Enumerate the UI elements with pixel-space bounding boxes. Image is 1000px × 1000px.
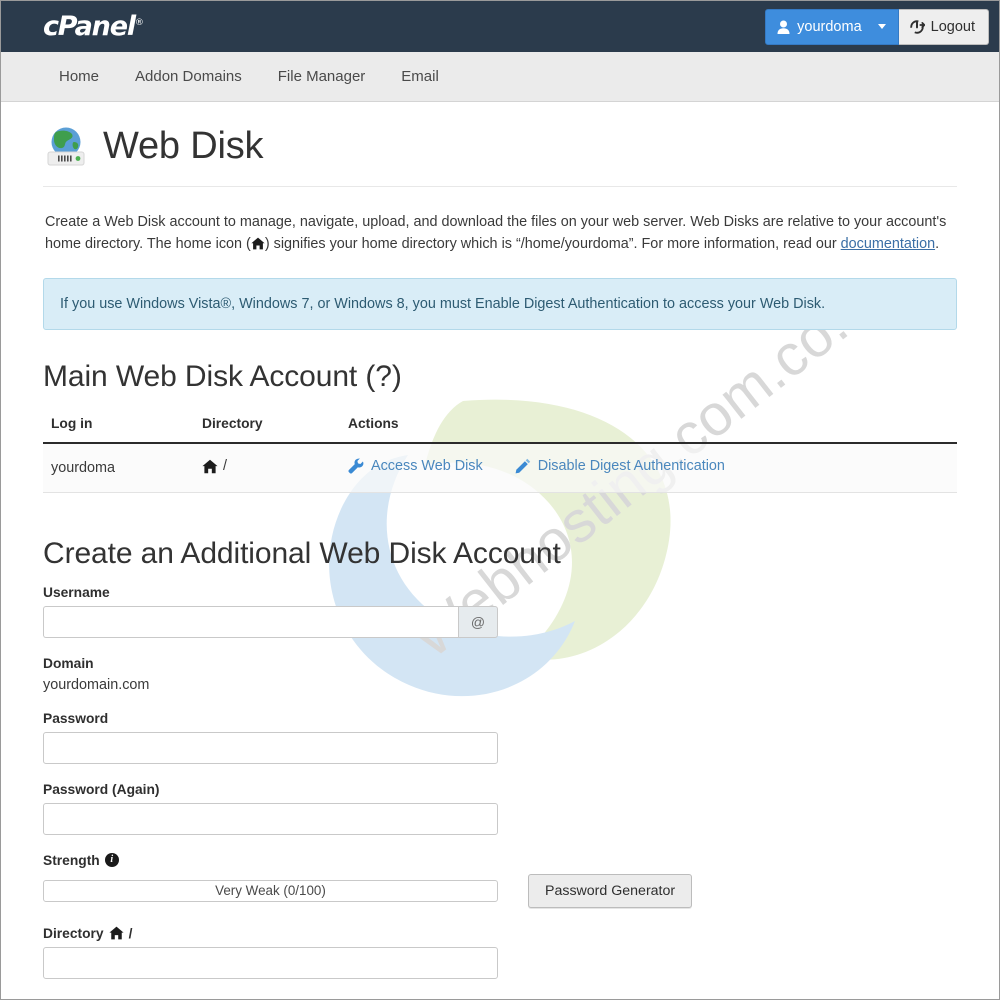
page-title: Web Disk <box>103 125 264 168</box>
page-description: Create a Web Disk account to manage, nav… <box>45 211 957 256</box>
home-icon <box>109 926 124 940</box>
password-again-input[interactable] <box>43 802 498 835</box>
documentation-link[interactable]: documentation <box>841 236 935 252</box>
info-icon[interactable]: i <box>104 853 119 868</box>
access-web-disk-link[interactable]: Access Web Disk <box>348 458 483 474</box>
disable-digest-authentication-label: Disable Digest Authentication <box>537 457 725 474</box>
chevron-down-icon <box>877 24 886 29</box>
directory-path: / <box>223 458 227 475</box>
domain-value: yourdomain.com <box>43 676 150 693</box>
pencil-icon <box>515 458 530 474</box>
cpanel-logo[interactable]: cPanel® <box>43 13 144 40</box>
directory-label-text: Directory <box>43 925 104 941</box>
strength-label-text: Strength <box>43 852 100 868</box>
nav-item-home[interactable]: Home <box>43 68 117 85</box>
alert-text-before: If you use Windows Vista®, Windows 7, or… <box>60 295 476 312</box>
cpanel-web-disk-screen: Webhosting.com.co.th cPanel® yourdoma Lo… <box>0 0 1000 1000</box>
username-input[interactable] <box>43 605 458 638</box>
column-header-directory: Directory <box>194 409 340 444</box>
password-label-text: Password <box>43 710 109 726</box>
username-label: Username <box>43 585 957 600</box>
directory-value: / <box>202 458 227 474</box>
logout-button[interactable]: Logout <box>898 8 989 45</box>
web-disk-globe-icon <box>47 127 85 166</box>
header-divider <box>43 186 957 187</box>
user-icon <box>777 20 790 34</box>
sign-out-icon <box>909 19 925 34</box>
cpanel-logo-text: cPanel <box>43 11 136 42</box>
password-generator-button[interactable]: Password Generator <box>528 873 693 908</box>
directory-prefix: / <box>128 925 133 941</box>
cell-actions: Access Web Disk Disable Digest Authentic… <box>340 442 957 493</box>
cell-login: yourdoma <box>43 442 194 493</box>
access-web-disk-label: Access Web Disk <box>371 457 483 474</box>
domain-label-text: Domain <box>43 655 94 671</box>
password-label: Password <box>43 711 957 726</box>
username-input-group: @ <box>43 605 498 638</box>
disable-digest-authentication-link[interactable]: Disable Digest Authentication <box>515 458 725 474</box>
directory-input[interactable] <box>43 946 498 979</box>
main-web-disk-account-table: Log in Directory Actions yourdoma / Acce… <box>43 409 957 493</box>
username-at-addon: @ <box>458 605 498 638</box>
strength-label: Strength i <box>43 853 957 868</box>
password-strength-bar: Very Weak (0/100) <box>43 879 498 902</box>
column-header-actions: Actions <box>340 409 957 444</box>
column-header-login: Log in <box>43 409 194 444</box>
alert-text-after: to access your Web Disk. <box>659 295 826 312</box>
page-content: Web Disk Create a Web Disk account to ma… <box>1 102 999 999</box>
table-body: yourdoma / Access Web Disk Disable Diges… <box>43 442 957 493</box>
nav-item-file-manager[interactable]: File Manager <box>260 68 384 85</box>
page-description-end: . <box>935 236 940 253</box>
nav-item-addon-domains[interactable]: Addon Domains <box>117 68 260 85</box>
home-icon <box>202 459 218 473</box>
table-head: Log in Directory Actions <box>43 409 957 444</box>
page-description-part2: ) signifies your home directory which is… <box>264 236 841 253</box>
strength-row: Very Weak (0/100) Password Generator <box>43 873 957 908</box>
home-icon <box>251 237 265 250</box>
logout-label: Logout <box>930 18 975 35</box>
digest-auth-alert: If you use Windows Vista®, Windows 7, or… <box>43 277 957 330</box>
table-row: yourdoma / Access Web Disk Disable Diges… <box>43 442 957 493</box>
directory-label: Directory / <box>43 926 957 941</box>
page-header: Web Disk <box>43 102 957 180</box>
domain-label: Domain <box>43 656 957 671</box>
registered-mark: ® <box>134 18 144 28</box>
password-input[interactable] <box>43 731 498 764</box>
main-nav: Home Addon Domains File Manager Email <box>1 52 999 102</box>
main-account-heading: Main Web Disk Account (?) <box>43 359 402 393</box>
password-again-label: Password (Again) <box>43 782 957 797</box>
nav-item-email[interactable]: Email <box>383 68 457 85</box>
username-label-text: Username <box>43 584 110 600</box>
user-menu-label: yourdoma <box>797 18 862 35</box>
table-header-row: Log in Directory Actions <box>43 409 957 444</box>
create-account-heading: Create an Additional Web Disk Account <box>43 536 561 570</box>
cell-directory: / <box>194 442 340 493</box>
top-bar-actions: yourdoma Logout <box>765 8 989 45</box>
wrench-icon <box>348 458 364 474</box>
user-menu-button[interactable]: yourdoma <box>765 8 899 45</box>
top-bar: cPanel® yourdoma Logout <box>1 1 999 52</box>
password-again-label-text: Password (Again) <box>43 781 160 797</box>
enable-digest-authentication-link[interactable]: Enable Digest Authentication <box>475 296 659 312</box>
